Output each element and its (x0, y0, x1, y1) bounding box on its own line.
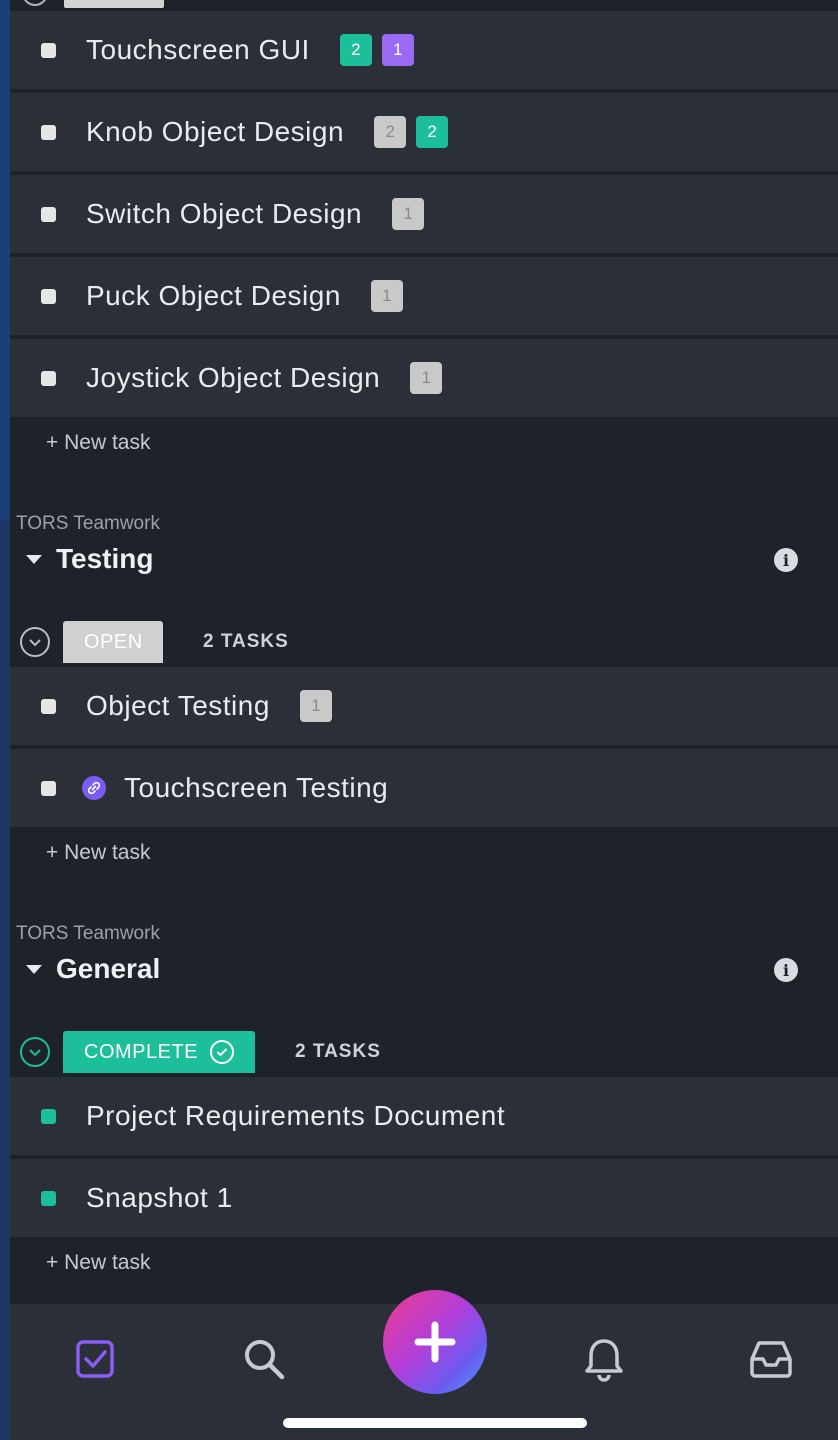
task-row[interactable]: Touchscreen Testing (10, 749, 838, 827)
task-badge: 1 (410, 362, 443, 394)
caret-down-icon (26, 554, 42, 564)
task-name: Touchscreen GUI (86, 34, 310, 65)
status-header-open: OPEN 2 TASKS (10, 621, 289, 663)
home-indicator[interactable] (283, 1418, 587, 1428)
space-label: TORS Teamwork (16, 923, 160, 944)
status-pill-complete[interactable]: COMPLETE (63, 1031, 256, 1073)
bell-icon[interactable] (579, 1334, 629, 1384)
task-name: Puck Object Design (86, 280, 341, 311)
task-badge: 1 (381, 34, 414, 66)
task-badge: 2 (416, 116, 449, 148)
task-row[interactable]: Object Testing 1 (10, 667, 838, 745)
task-status-bullet[interactable] (41, 1190, 56, 1206)
left-edge-strip (0, 0, 10, 1440)
task-name: Switch Object Design (86, 198, 363, 229)
task-badge: 2 (339, 34, 372, 66)
task-row[interactable]: Puck Object Design 1 (10, 257, 838, 335)
task-status-bullet[interactable] (41, 124, 56, 140)
new-task-button[interactable]: + New task (46, 1251, 150, 1275)
bottom-nav-bar (10, 1290, 838, 1440)
search-icon[interactable] (239, 1334, 289, 1384)
add-icon[interactable] (383, 1290, 487, 1394)
space-label: TORS Teamwork (16, 513, 160, 534)
task-status-bullet[interactable] (41, 288, 56, 304)
task-status-bullet[interactable] (41, 698, 56, 714)
inbox-icon[interactable] (746, 1334, 796, 1384)
collapse-icon[interactable] (20, 1037, 50, 1067)
task-badge: 1 (392, 198, 425, 230)
task-name: Project Requirements Document (86, 1100, 506, 1131)
task-status-bullet[interactable] (41, 42, 56, 58)
collapse-icon[interactable] (20, 627, 50, 657)
new-task-button[interactable]: + New task (46, 431, 150, 455)
link-icon (82, 776, 106, 800)
info-icon[interactable]: i (774, 958, 798, 982)
task-row[interactable]: Knob Object Design 2 2 (10, 93, 838, 171)
collapse-icon[interactable] (22, 0, 48, 6)
task-count: 2 TASKS (203, 631, 289, 652)
task-name: Joystick Object Design (86, 362, 381, 393)
info-icon[interactable]: i (774, 548, 798, 572)
task-row[interactable]: Joystick Object Design 1 (10, 339, 838, 417)
task-row[interactable]: Project Requirements Document (10, 1077, 838, 1155)
task-name: Touchscreen Testing (124, 772, 389, 803)
check-circle-icon (210, 1040, 235, 1064)
status-label: COMPLETE (84, 1040, 199, 1063)
caret-down-icon (26, 964, 42, 974)
task-name: Snapshot 1 (86, 1182, 233, 1213)
task-badge: 1 (370, 280, 403, 312)
task-badge: 2 (374, 116, 407, 148)
new-task-button[interactable]: + New task (46, 841, 150, 865)
status-header-complete: COMPLETE 2 TASKS (10, 1031, 381, 1073)
task-row[interactable]: Snapshot 1 (10, 1159, 838, 1237)
list-title-text: Testing (56, 543, 154, 574)
status-pill-open[interactable]: OPEN (63, 621, 163, 663)
task-count: 2 TASKS (295, 1041, 381, 1062)
task-row[interactable]: Switch Object Design 1 (10, 175, 838, 253)
task-status-bullet[interactable] (41, 370, 56, 386)
list-title-general[interactable]: General (26, 953, 160, 985)
task-status-bullet[interactable] (41, 206, 56, 222)
task-status-bullet[interactable] (41, 780, 56, 796)
tasks-icon[interactable] (70, 1334, 120, 1384)
status-pill[interactable] (64, 0, 164, 8)
task-name: Knob Object Design (86, 116, 345, 147)
task-name: Object Testing (86, 690, 270, 721)
task-status-bullet[interactable] (41, 1108, 56, 1124)
list-title-text: General (56, 953, 161, 984)
list-title-testing[interactable]: Testing (26, 543, 153, 575)
task-badge: 1 (299, 690, 332, 722)
task-row[interactable]: Touchscreen GUI 2 1 (10, 11, 838, 89)
